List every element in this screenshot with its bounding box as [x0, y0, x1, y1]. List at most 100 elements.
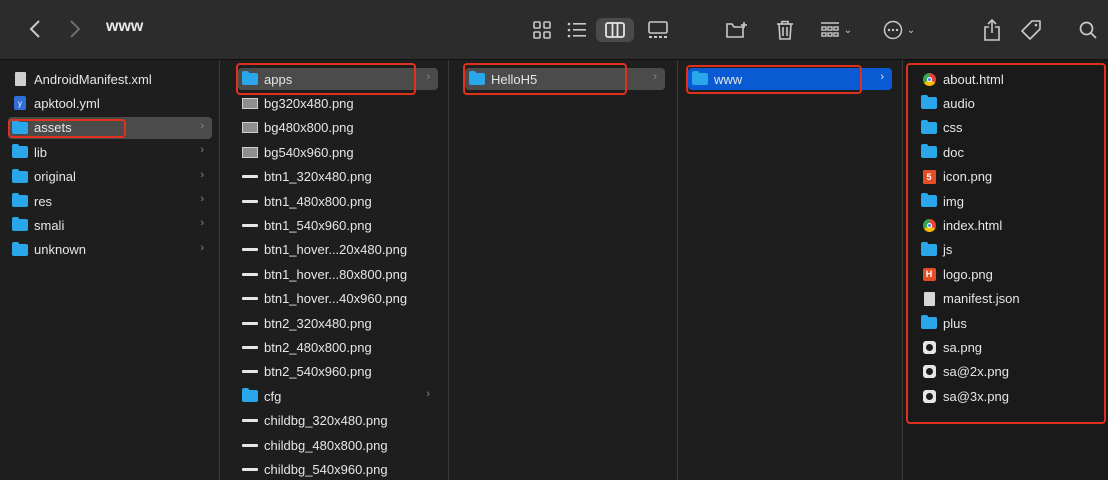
image-dash-icon: [242, 243, 258, 257]
item-label: sa@2x.png: [943, 364, 1009, 380]
forward-button[interactable]: [64, 18, 86, 40]
chevron-right-icon: ›: [200, 119, 204, 132]
new-folder-icon: [726, 22, 747, 38]
item-label: plus: [943, 315, 967, 331]
folder-icon: [921, 95, 937, 110]
list-item[interactable]: bg480x800.png: [238, 117, 438, 139]
file-row[interactable]: about.html: [917, 68, 1103, 90]
folder-icon: [242, 388, 258, 403]
item-label: sa@3x.png: [943, 388, 1009, 404]
chevron-right-icon: ›: [426, 388, 430, 401]
item-label: btn2_540x960.png: [264, 364, 372, 380]
file-row[interactable]: img: [917, 190, 1103, 212]
image-dash-icon: [242, 218, 258, 232]
list-item[interactable]: btn1_hover...20x480.png: [238, 239, 438, 261]
column-helloh5[interactable]: www ›: [678, 60, 903, 480]
icon-view-button[interactable]: [531, 18, 553, 42]
list-item[interactable]: AndroidManifest.xml: [8, 68, 212, 90]
group-icon: [820, 22, 839, 37]
file-row[interactable]: Hlogo.png: [917, 263, 1103, 285]
list-item[interactable]: childbg_480x800.png: [238, 434, 438, 456]
image-dash-icon: [242, 462, 258, 476]
column-apps[interactable]: HelloH5 ›: [449, 60, 678, 480]
file-row[interactable]: css: [917, 117, 1103, 139]
chevron-right-icon: ›: [200, 193, 204, 205]
delete-button[interactable]: [773, 18, 797, 42]
image-dash-icon: [242, 414, 258, 428]
item-label: btn1_540x960.png: [264, 217, 372, 233]
list-item[interactable]: unknown ›: [8, 239, 212, 261]
image-icon: [242, 121, 258, 135]
back-button[interactable]: [24, 18, 46, 40]
new-folder-button[interactable]: [724, 18, 750, 42]
folder-icon: [12, 193, 28, 208]
image-dash-icon: [242, 340, 258, 354]
finder-toolbar: www ⌄ ⌄: [0, 0, 1108, 60]
list-item[interactable]: childbg_320x480.png: [238, 410, 438, 432]
list-item[interactable]: assets ›: [8, 116, 212, 139]
list-view-icon: [567, 22, 586, 38]
share-icon: [984, 19, 1000, 41]
folder-icon: [469, 71, 485, 86]
list-item[interactable]: lib ›: [8, 141, 212, 163]
image-dash-icon: [242, 438, 258, 452]
list-item[interactable]: bg540x960.png: [238, 141, 438, 163]
file-row[interactable]: 5 icon.png: [917, 166, 1103, 188]
chevron-down-icon: ⌄: [843, 24, 853, 36]
item-label: HelloH5: [491, 71, 538, 87]
list-item[interactable]: btn2_320x480.png: [238, 312, 438, 334]
file-row[interactable]: doc: [917, 141, 1103, 163]
item-label: bg320x480.png: [264, 95, 354, 111]
item-label: bg540x960.png: [264, 144, 354, 160]
list-item[interactable]: btn2_480x800.png: [238, 336, 438, 358]
column-browser: AndroidManifest.xml y apktool.yml assets › li…: [0, 60, 1108, 480]
more-actions-button[interactable]: ⌄: [878, 18, 920, 42]
list-view-button[interactable]: [564, 18, 590, 42]
list-item[interactable]: res ›: [8, 190, 212, 212]
item-label: btn2_480x800.png: [264, 339, 372, 355]
file-row[interactable]: sa@3x.png: [917, 385, 1103, 407]
list-item[interactable]: btn1_hover...40x960.png: [238, 288, 438, 310]
folder-icon: [921, 144, 937, 159]
group-button[interactable]: ⌄: [814, 18, 858, 42]
gallery-view-button[interactable]: [644, 18, 672, 42]
chevron-right-icon: ›: [200, 217, 204, 230]
file-row[interactable]: index.html: [917, 214, 1103, 236]
column-assets[interactable]: apps › bg320x480.png bg480x800.png bg540x960…: [220, 60, 449, 480]
list-item[interactable]: bg320x480.png: [238, 92, 438, 114]
search-icon: [1079, 21, 1097, 39]
list-item[interactable]: HelloH5 ›: [465, 68, 665, 90]
column-root[interactable]: AndroidManifest.xml y apktool.yml assets › li…: [0, 60, 220, 480]
file-row[interactable]: manifest.json: [917, 288, 1103, 310]
list-item[interactable]: smali ›: [8, 214, 212, 236]
list-item[interactable]: btn2_540x960.png: [238, 361, 438, 383]
file-row[interactable]: sa@2x.png: [917, 361, 1103, 383]
column-www[interactable]: about.html audio css doc 5 icon.png img index.h…: [903, 60, 1108, 480]
item-label: cfg: [264, 388, 282, 404]
list-item[interactable]: www ›: [688, 68, 892, 90]
list-item[interactable]: btn1_hover...80x800.png: [238, 263, 438, 285]
item-label: original: [34, 169, 76, 185]
list-item[interactable]: btn1_480x800.png: [238, 190, 438, 212]
list-item[interactable]: btn1_320x480.png: [238, 166, 438, 188]
list-item[interactable]: childbg_540x960.png: [238, 458, 438, 480]
share-button[interactable]: [981, 18, 1003, 42]
item-label: btn1_hover...20x480.png: [264, 242, 408, 258]
item-label: childbg_480x800.png: [264, 437, 388, 453]
tag-button[interactable]: [1019, 18, 1043, 42]
file-row[interactable]: audio: [917, 92, 1103, 114]
file-row[interactable]: js: [917, 239, 1103, 261]
file-row[interactable]: sa.png: [917, 336, 1103, 358]
list-item[interactable]: btn1_540x960.png: [238, 214, 438, 236]
item-label: manifest.json: [943, 291, 1020, 307]
list-item[interactable]: cfg ›: [238, 385, 438, 407]
file-row[interactable]: plus: [917, 312, 1103, 334]
logo-image-icon: H: [921, 267, 937, 281]
list-item[interactable]: y apktool.yml: [8, 92, 212, 114]
list-item[interactable]: apps ›: [238, 68, 438, 90]
folder-icon: [12, 217, 28, 232]
folder-icon: [12, 241, 28, 257]
column-view-button[interactable]: [596, 18, 634, 42]
list-item[interactable]: original ›: [8, 166, 212, 188]
search-button[interactable]: [1077, 18, 1099, 42]
